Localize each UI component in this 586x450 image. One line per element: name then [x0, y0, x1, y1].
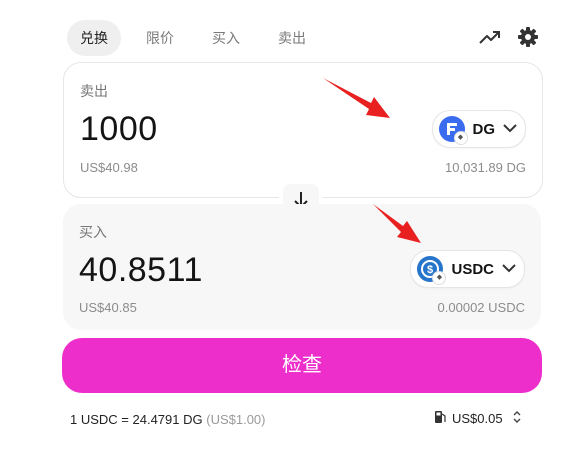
chevron-updown-icon: [513, 411, 521, 426]
network-badge-icon: ◆: [453, 131, 468, 145]
sell-amount-input[interactable]: 1000: [80, 110, 158, 149]
chart-trend-icon[interactable]: [479, 26, 501, 48]
review-button[interactable]: 检查: [62, 338, 542, 393]
buy-token-symbol: USDC: [451, 260, 494, 278]
gear-icon[interactable]: [517, 26, 539, 48]
gas-fee[interactable]: US$0.05: [434, 410, 521, 427]
dg-token-icon: ◆: [438, 116, 468, 145]
swap-tabs: 兑换 限价 买入 卖出: [67, 20, 331, 56]
exchange-rate-text: 1 USDC = 24.4791 DG: [70, 412, 203, 427]
chevron-down-icon: [503, 120, 517, 138]
buy-label: 买入: [79, 224, 107, 240]
sell-token-symbol: DG: [472, 120, 496, 138]
sell-panel: 卖出 1000 US$40.98 10,031.89 DG ◆ DG: [63, 62, 543, 198]
buy-panel: 买入 40.8511 US$40.85 0.00002 USDC $ ◆ USD…: [63, 204, 541, 330]
top-right-tools: [479, 26, 555, 48]
chevron-down-icon: [502, 260, 516, 278]
buy-token-selector[interactable]: $ ◆ USDC: [410, 250, 525, 288]
tab-buy[interactable]: 买入: [199, 20, 253, 56]
buy-amount-input[interactable]: 40.8511: [79, 251, 203, 290]
tab-limit[interactable]: 限价: [133, 20, 187, 56]
tab-sell[interactable]: 卖出: [265, 20, 319, 56]
network-badge-icon: ◆: [432, 271, 447, 285]
exchange-rate-usd: (US$1.00): [206, 412, 266, 427]
exchange-rate[interactable]: 1 USDC = 24.4791 DG (US$1.00): [70, 412, 265, 427]
sell-balance: 10,031.89 DG: [445, 160, 526, 175]
gas-pump-icon: [434, 410, 446, 427]
buy-usd-value: US$40.85: [79, 300, 137, 315]
usdc-token-icon: $ ◆: [417, 256, 447, 285]
sell-token-selector[interactable]: ◆ DG: [431, 110, 526, 148]
sell-usd-value: US$40.98: [80, 160, 138, 175]
gas-fee-value: US$0.05: [452, 411, 503, 426]
buy-balance: 0.00002 USDC: [437, 300, 525, 315]
sell-label: 卖出: [80, 83, 108, 99]
tab-swap[interactable]: 兑换: [67, 20, 121, 56]
